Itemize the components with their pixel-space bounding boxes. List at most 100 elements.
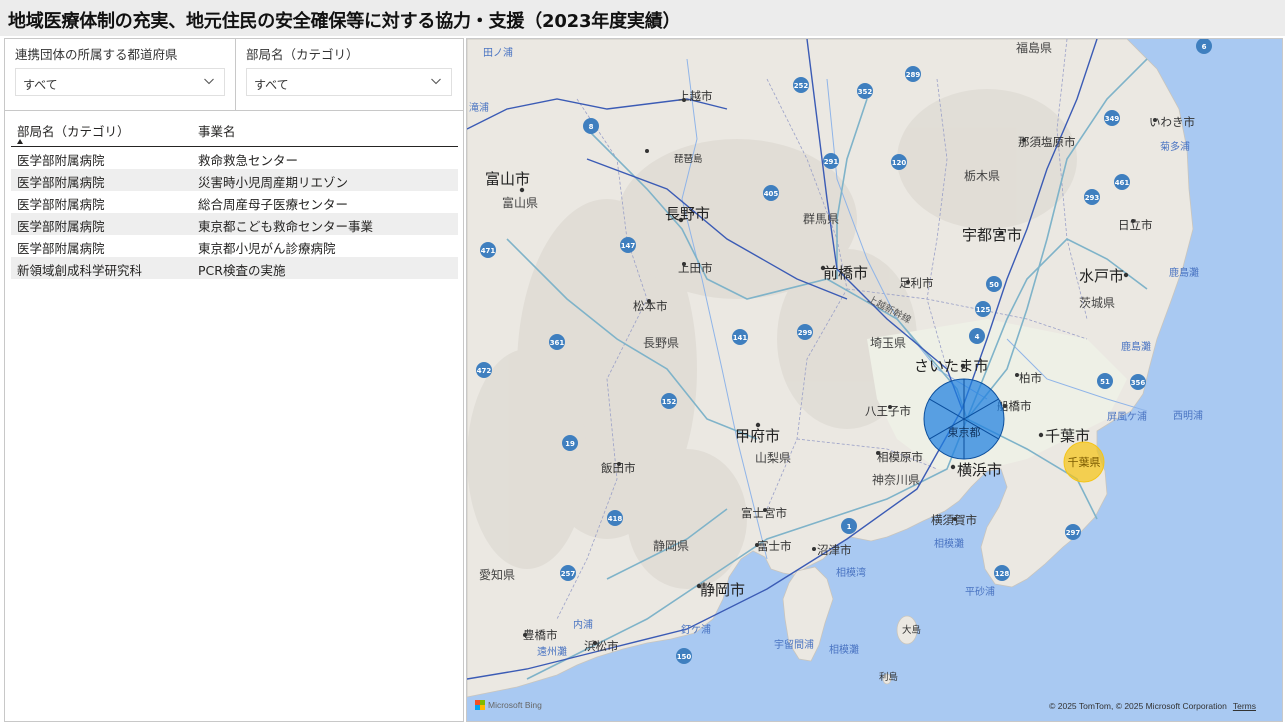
attribution-text: © 2025 TomTom, © 2025 Microsoft Corporat… [1049, 701, 1227, 711]
svg-text:141: 141 [733, 334, 748, 342]
department-slicer-title: 部局名（カテゴリ） [246, 47, 359, 62]
map-label: 浜松市 [584, 639, 619, 653]
map-label: 長野県 [643, 336, 679, 350]
map-label: 横須賀市 [931, 513, 977, 527]
bubble-marker-tokyo[interactable]: 東京都 [923, 378, 1005, 460]
svg-text:297: 297 [1066, 529, 1081, 537]
map-label: 福島県 [1016, 40, 1052, 55]
prefecture-slicer: 連携団体の所属する都道府県 すべて [5, 39, 236, 111]
table-row[interactable]: 新領域創成科学研究科 PCR検査の実施 [11, 257, 458, 279]
svg-text:147: 147 [621, 242, 636, 250]
route-shield-icon: 356 [1130, 374, 1146, 390]
cell-project: PCR検査の実施 [198, 263, 286, 278]
map-label: 栃木県 [964, 169, 1000, 183]
report-title: 地域医療体制の充実、地元住民の安全確保等に対する協力・支援（2023年度実績） [8, 11, 681, 32]
map-label: 静岡市 [700, 581, 745, 599]
route-shield-icon: 4 [969, 328, 985, 344]
cell-department: 医学部附属病院 [17, 175, 105, 190]
svg-text:51: 51 [1100, 378, 1110, 386]
table-row[interactable]: 医学部附属病院 東京都小児がん診療病院 [11, 235, 458, 257]
svg-text:152: 152 [662, 398, 677, 406]
map-label: さいたま市 [914, 357, 989, 375]
svg-text:50: 50 [989, 281, 999, 289]
route-shield-icon: 257 [560, 565, 576, 581]
map-label: 神奈川県 [872, 473, 920, 487]
sort-ascending-icon [17, 139, 23, 144]
svg-text:356: 356 [1131, 379, 1146, 387]
map-visual[interactable]: 8 252 352 289 6 291 120 405 349 461 293 … [466, 38, 1283, 722]
bing-label: Microsoft Bing [488, 700, 542, 710]
map-label: 群馬県 [803, 212, 839, 226]
left-panel: 連携団体の所属する都道府県 すべて 部局名（カテゴリ） すべて 部局名（カテゴリ… [4, 38, 464, 722]
svg-text:299: 299 [798, 329, 813, 337]
svg-text:1: 1 [847, 523, 852, 531]
prefecture-dropdown[interactable]: すべて [15, 68, 225, 96]
route-shield-icon: 472 [476, 362, 492, 378]
column-header-project[interactable]: 事業名 [198, 121, 236, 140]
map-label: 鹿島灘 [1121, 340, 1151, 353]
report-title-bar: 地域医療体制の充実、地元住民の安全確保等に対する協力・支援（2023年度実績） [0, 0, 1285, 36]
svg-text:291: 291 [824, 158, 839, 166]
terms-link[interactable]: Terms [1233, 701, 1256, 711]
route-shield-icon: 51 [1097, 373, 1113, 389]
map-label: 宇都宮市 [962, 226, 1022, 244]
prefecture-dropdown-value: すべて [23, 78, 58, 92]
map-label: 鹿島灘 [1169, 266, 1199, 279]
svg-text:8: 8 [589, 123, 594, 131]
route-shield-icon: 349 [1104, 110, 1120, 126]
map-label: 埼玉県 [870, 336, 906, 350]
route-shield-icon: 1 [841, 518, 857, 534]
table-row[interactable]: 医学部附属病院 災害時小児周産期リエゾン [11, 169, 458, 191]
map-label: 菊多浦 [1160, 140, 1190, 153]
marker-label: 千葉県 [1068, 455, 1101, 469]
svg-text:471: 471 [481, 247, 496, 255]
bubble-marker-chiba[interactable]: 千葉県 [1063, 441, 1105, 483]
route-shield-icon: 471 [480, 242, 496, 258]
map-label: 前橋市 [823, 264, 868, 282]
map-label: 愛知県 [479, 568, 515, 582]
map-label: 滝浦 [469, 101, 489, 114]
svg-text:405: 405 [764, 190, 779, 198]
marker-label: 東京都 [948, 425, 981, 439]
map-label: 釘ケ浦 [681, 623, 711, 636]
map-label: 豊橋市 [523, 628, 558, 642]
route-shield-icon: 147 [620, 237, 636, 253]
route-shield-icon: 297 [1065, 524, 1081, 540]
map-label: 富士市 [757, 539, 792, 553]
bing-logo: Microsoft Bing [475, 700, 542, 710]
table-header: 部局名（カテゴリ） 事業名 [11, 115, 458, 147]
route-shield-icon: 418 [607, 510, 623, 526]
map-label: 相模湾 [836, 566, 866, 579]
svg-text:349: 349 [1105, 115, 1120, 123]
cell-department: 医学部附属病院 [17, 197, 105, 212]
table-row[interactable]: 医学部附属病院 救命救急センター [11, 147, 458, 169]
map-label: 大島 [902, 624, 921, 636]
map-label: 相模灘 [829, 643, 859, 656]
route-shield-icon: 125 [975, 301, 991, 317]
svg-text:293: 293 [1085, 194, 1100, 202]
map-label: 田ノ浦 [483, 46, 513, 59]
svg-text:125: 125 [976, 306, 991, 314]
route-shield-icon: 150 [676, 648, 692, 664]
cell-department: 医学部附属病院 [17, 241, 105, 256]
map-label: 上田市 [678, 261, 713, 275]
department-dropdown[interactable]: すべて [246, 68, 452, 96]
chevron-down-icon [431, 78, 441, 85]
map-label: 静岡県 [653, 539, 689, 553]
svg-text:418: 418 [608, 515, 623, 523]
map-label: 相模原市 [877, 450, 923, 464]
map-label: 沼津市 [817, 543, 852, 557]
table-row[interactable]: 医学部附属病院 総合周産母子医療センター [11, 191, 458, 213]
map-canvas[interactable]: 8 252 352 289 6 291 120 405 349 461 293 … [467, 39, 1283, 722]
route-shield-icon: 252 [793, 77, 809, 93]
column-header-department[interactable]: 部局名（カテゴリ） [17, 121, 130, 140]
cell-department: 医学部附属病院 [17, 219, 105, 234]
svg-text:289: 289 [906, 71, 921, 79]
route-shield-icon: 291 [823, 153, 839, 169]
cell-project: 総合周産母子医療センター [198, 197, 349, 212]
route-shield-icon: 8 [583, 118, 599, 134]
map-label: 松本市 [633, 299, 668, 313]
route-shield-icon: 141 [732, 329, 748, 345]
map-label: 富山市 [485, 170, 530, 188]
table-row[interactable]: 医学部附属病院 東京都こども救命センター事業 [11, 213, 458, 235]
